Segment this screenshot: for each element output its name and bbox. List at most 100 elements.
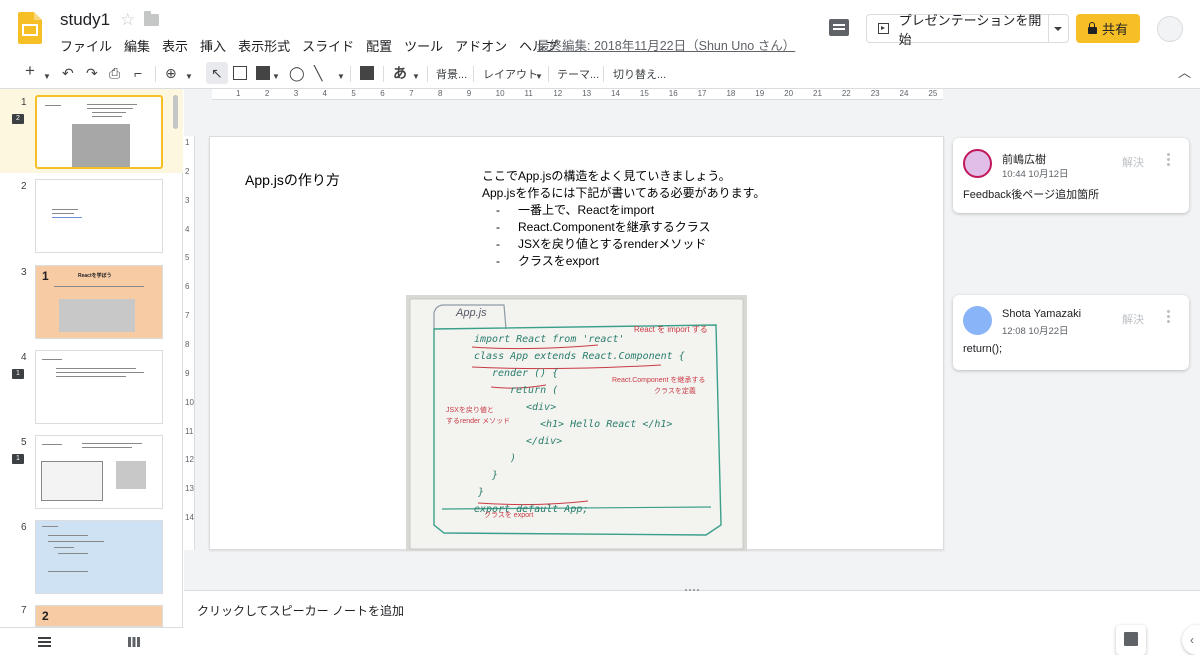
share-button[interactable]: 共有	[1076, 14, 1140, 43]
present-icon	[878, 23, 889, 34]
slide-number: 6	[21, 522, 27, 533]
ruler-tick-label: 2	[185, 166, 190, 176]
slide-body-text[interactable]: ここでApp.jsの構造をよく見ていきましょう。 App.jsを作るには下記が書…	[482, 168, 765, 270]
side-panel-toggle-icon[interactable]: ‹	[1182, 625, 1200, 655]
layout-chevron-icon[interactable]: ▼	[535, 69, 543, 85]
thumb-text-line	[92, 116, 122, 117]
menu-tools[interactable]: ツール	[404, 36, 443, 55]
new-slide-layout-chevron-icon[interactable]: ▼	[43, 69, 51, 85]
undo-icon[interactable]: ↶	[62, 65, 74, 81]
comment-card[interactable]: Shota Yamazaki 12:08 10月22日 解決 return();	[953, 295, 1189, 370]
print-icon[interactable]: ⎙	[109, 65, 120, 81]
menu-bar: ファイル 編集 表示 挿入 表示形式 スライド 配置 ツール アドオン ヘルプ	[60, 36, 570, 55]
menu-edit[interactable]: 編集	[124, 36, 150, 55]
zoom-icon[interactable]: ⊕	[165, 65, 177, 81]
ruler-tick-label: 18	[726, 89, 736, 98]
commenter-name: Shota Yamazaki	[1002, 308, 1082, 320]
filmstrip-view-controls	[0, 627, 183, 655]
menu-arrange[interactable]: 配置	[366, 36, 392, 55]
ruler-tick-label: 7	[409, 89, 414, 98]
ruler-tick-label: 1	[185, 138, 190, 147]
comment-card[interactable]: 前嶋広樹 10:44 10月12日 解決 Feedback後ページ追加箇所	[953, 138, 1189, 213]
speaker-notes-panel[interactable]: クリックしてスピーカー ノートを追加 ‹	[184, 588, 1200, 655]
filmstrip-scrollbar[interactable]	[173, 95, 178, 129]
menu-file[interactable]: ファイル	[60, 36, 112, 55]
slide-thumbnail-1[interactable]	[35, 95, 163, 169]
ruler-tick-label: 5	[185, 253, 190, 263]
shape-icon[interactable]: ◯	[289, 65, 305, 81]
add-comment-icon[interactable]	[360, 66, 374, 80]
line-icon[interactable]: ╲	[314, 65, 322, 81]
last-edit-link[interactable]: 最終編集: 2018年11月22日（Shun Uno さん）	[537, 35, 795, 54]
slide-thumbnail-7[interactable]: 2	[35, 605, 163, 627]
whiteboard-annotation: JSXを戻り値と	[446, 407, 494, 414]
zoom-chevron-icon[interactable]: ▼	[185, 69, 193, 85]
paint-format-icon[interactable]: ⌐	[134, 65, 142, 81]
line-chevron-icon[interactable]: ▼	[337, 69, 345, 85]
redo-icon[interactable]: ↷	[86, 65, 98, 81]
comment-history-icon[interactable]	[829, 19, 849, 36]
folder-icon[interactable]	[144, 11, 159, 26]
menu-addons[interactable]: アドオン	[455, 36, 507, 55]
account-avatar[interactable]	[1157, 16, 1183, 42]
toolbar-divider	[350, 66, 351, 82]
collapse-menu-chevron-icon[interactable]: ︿	[1178, 65, 1191, 81]
present-dropdown-button[interactable]	[1048, 14, 1069, 43]
image-chevron-icon[interactable]: ▼	[272, 69, 280, 85]
theme-button[interactable]: テーマ...	[557, 66, 599, 82]
thumb-text-line	[92, 112, 126, 113]
ruler-tick-label: 21	[813, 89, 822, 98]
slide-title[interactable]: App.jsの作り方	[245, 170, 340, 190]
slide-bullet: クラスをexport	[482, 253, 765, 270]
menu-view[interactable]: 表示	[162, 36, 188, 55]
text-style-chevron-icon[interactable]: ▼	[412, 69, 420, 85]
ruler-tick-label: 14	[611, 89, 620, 98]
resolve-button[interactable]: 解決	[1122, 154, 1144, 170]
thumb-text-line	[58, 553, 88, 554]
comment-timestamp: 12:08 10月22日	[1002, 326, 1069, 337]
slide-thumbnail-5[interactable]	[35, 435, 163, 509]
toolbar-divider	[603, 66, 604, 82]
speaker-notes-placeholder[interactable]: クリックしてスピーカー ノートを追加	[197, 602, 404, 619]
document-title[interactable]: study1	[60, 10, 110, 30]
toolbar-divider	[427, 66, 428, 82]
slide-thumbnail-3[interactable]: 1 Reactを学ぼう	[35, 265, 163, 339]
transition-button[interactable]: 切り替え...	[613, 66, 666, 82]
slide-thumbnail-6[interactable]	[35, 520, 163, 594]
slide-thumbnail-4[interactable]	[35, 350, 163, 424]
text-style-icon[interactable]: あ	[393, 65, 407, 81]
more-options-icon[interactable]	[1167, 152, 1170, 166]
thumb-text-line	[87, 104, 137, 105]
ruler-tick-label: 13	[185, 484, 194, 494]
layout-button[interactable]: レイアウト	[483, 66, 538, 82]
select-cursor-icon[interactable]: ↖	[211, 65, 223, 81]
image-icon[interactable]	[256, 66, 270, 80]
vertical-ruler[interactable]: 1 2 3 4 5 6 7 8 9 10 11 12 13 14	[184, 136, 195, 550]
thumb-section-number: 2	[42, 609, 49, 623]
filmstrip-view-icon[interactable]	[38, 637, 51, 647]
new-slide-icon[interactable]: +	[25, 62, 35, 79]
slide-canvas[interactable]: App.jsの作り方 ここでApp.jsの構造をよく見ていきましょう。 App.…	[209, 136, 944, 551]
slide-bullet-list: 一番上で、Reactをimport React.Componentを継承するクラ…	[482, 202, 765, 270]
thumb-text-line	[56, 368, 136, 369]
grid-view-icon[interactable]	[128, 637, 140, 647]
text-box-icon[interactable]	[233, 66, 247, 80]
slide-thumbnail-2[interactable]	[35, 179, 163, 253]
menu-format[interactable]: 表示形式	[238, 36, 290, 55]
more-options-icon[interactable]	[1167, 309, 1170, 323]
background-button[interactable]: 背景...	[436, 66, 467, 82]
ruler-tick-label: 12	[185, 455, 194, 465]
ruler-tick-label: 4	[185, 224, 190, 234]
menu-insert[interactable]: 挿入	[200, 36, 226, 55]
present-button[interactable]: プレゼンテーションを開始	[866, 13, 1049, 47]
ruler-tick-label: 2	[264, 89, 270, 98]
star-icon[interactable]: ☆	[120, 10, 135, 30]
horizontal-ruler[interactable]: 1 2 3 4 5 6 7 8 9 10 11 12 13 14 15 16 17 18 19 20 21 22 23 24 2…	[212, 89, 943, 100]
resolve-button[interactable]: 解決	[1122, 311, 1144, 327]
slides-logo-icon[interactable]	[18, 12, 42, 44]
whiteboard-annotation: React.Component を継承する	[612, 377, 706, 384]
explore-icon[interactable]	[1116, 625, 1146, 655]
menu-slide[interactable]: スライド	[302, 36, 354, 55]
whiteboard-photo[interactable]: App.js import React from 'react' class A…	[406, 295, 747, 551]
notes-resize-handle[interactable]	[684, 588, 700, 592]
